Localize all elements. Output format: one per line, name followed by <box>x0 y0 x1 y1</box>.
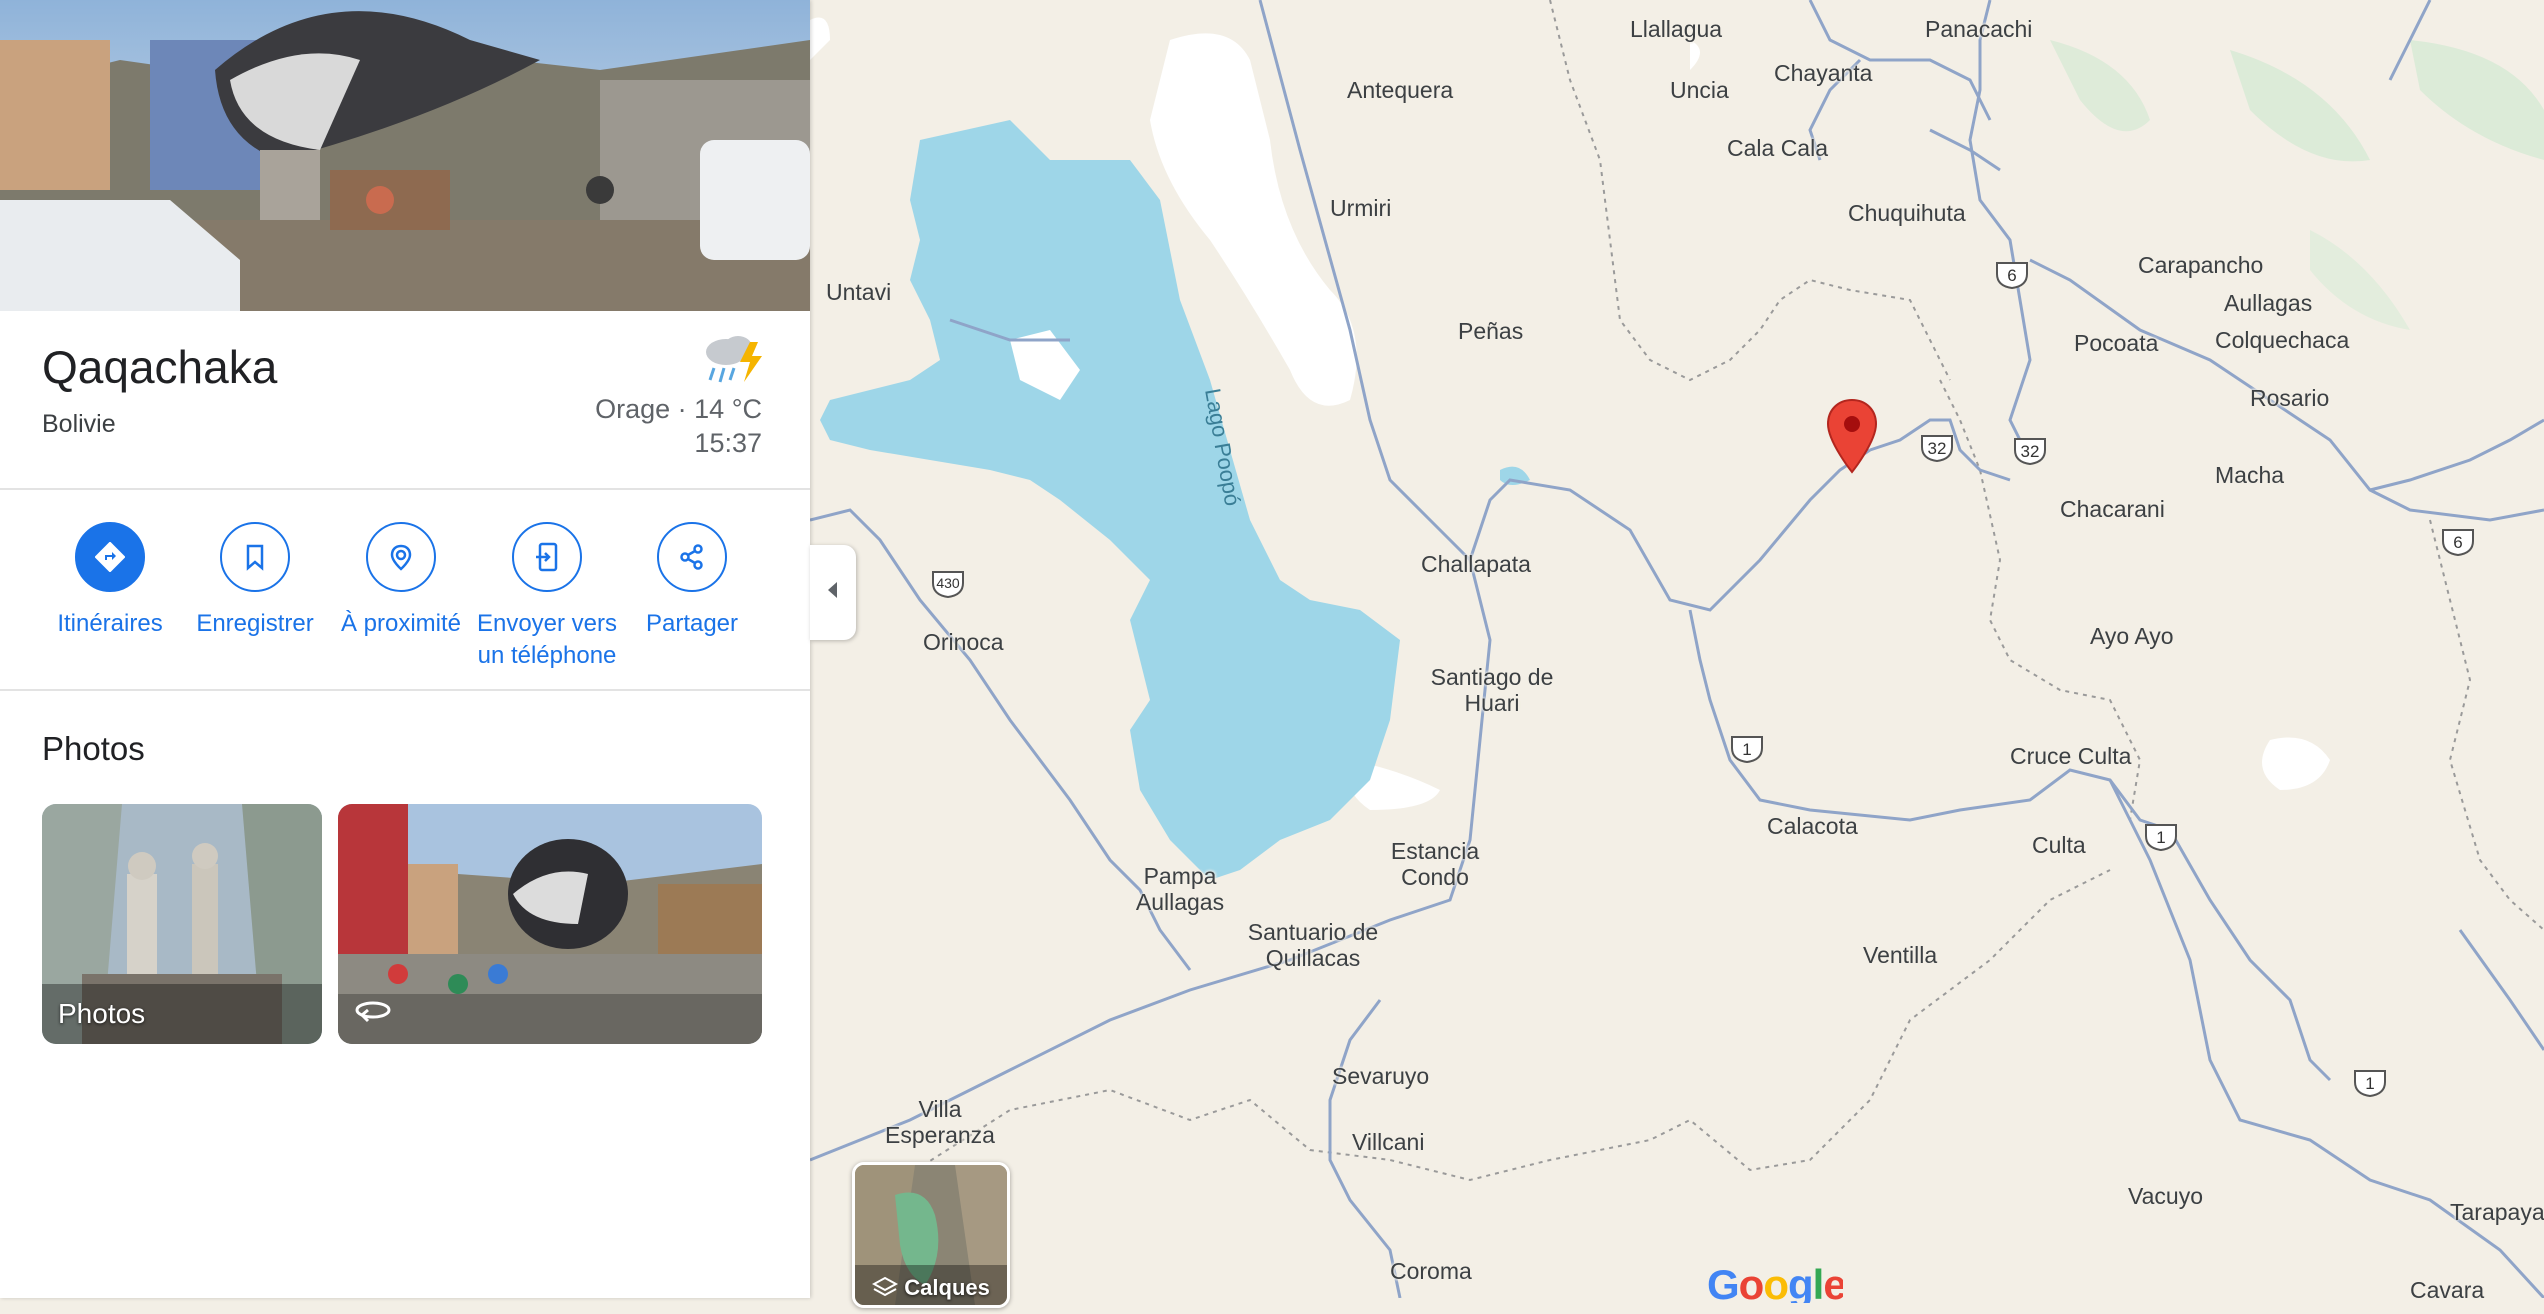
svg-text:Google: Google <box>1707 1263 1843 1303</box>
place-label[interactable]: Calacota <box>1767 813 1858 839</box>
route-shield: 430 <box>930 569 966 599</box>
place-label[interactable]: Rosario <box>2250 385 2329 411</box>
place-label[interactable]: Culta <box>2032 832 2086 858</box>
place-label[interactable]: Orinoca <box>923 629 1004 655</box>
place-label[interactable]: Antequera <box>1347 77 1453 103</box>
place-label[interactable]: Uncia <box>1670 77 1729 103</box>
panorama-thumbnail[interactable] <box>338 804 762 1044</box>
place-label[interactable]: Chayanta <box>1774 60 1872 86</box>
place-label[interactable]: Ventilla <box>1863 942 1937 968</box>
chevron-left-icon <box>826 581 840 604</box>
share-icon <box>657 522 727 592</box>
place-label[interactable]: Macha <box>2215 462 2284 488</box>
place-label[interactable]: Colquechaca <box>2215 327 2349 353</box>
share-label: Partager <box>645 610 739 637</box>
place-label[interactable]: Ayo Ayo <box>2090 623 2174 649</box>
weather-time: 15:37 <box>694 428 762 458</box>
place-label[interactable]: Santiago de Huari <box>1422 664 1562 716</box>
divider <box>0 689 810 691</box>
weather-info: Orage · 14 °C 15:37 <box>595 392 762 460</box>
location-pin-icon[interactable] <box>1826 398 1878 479</box>
layers-label: Calques <box>904 1275 990 1300</box>
place-label[interactable]: Estancia Condo <box>1380 838 1490 890</box>
photos-heading: Photos <box>42 730 145 767</box>
place-label[interactable]: Coroma <box>1390 1258 1472 1284</box>
map-canvas[interactable]: Lago Poopó Llallagua Panacachi Antequera… <box>809 0 2544 1303</box>
photo-thumbnail[interactable]: Photos <box>42 804 322 1044</box>
send-to-phone-button[interactable]: Envoyer vers un téléphone <box>474 522 620 672</box>
share-button[interactable]: Partager <box>619 522 765 640</box>
hero-photo[interactable] <box>0 0 810 311</box>
place-label[interactable]: Chuquihuta <box>1848 200 1966 226</box>
thunderstorm-icon <box>700 330 766 388</box>
place-label[interactable]: Sevaruyo <box>1332 1063 1429 1089</box>
layers-icon <box>872 1275 904 1300</box>
directions-label: Itinéraires <box>57 610 163 637</box>
save-label: Enregistrer <box>196 610 314 637</box>
photos-thumb-label: Photos <box>58 998 146 1029</box>
route-shield: 1 <box>1729 734 1765 764</box>
place-label[interactable]: Panacachi <box>1925 16 2032 42</box>
place-title: Qaqachaka <box>42 341 278 393</box>
place-label[interactable]: Villcani <box>1352 1129 1424 1155</box>
panorama-360-icon <box>354 997 392 1030</box>
route-shield: 32 <box>1919 433 1955 463</box>
place-label[interactable]: Cavara <box>2410 1277 2484 1303</box>
route-shield: 6 <box>1994 260 2030 290</box>
place-label[interactable]: Pocoata <box>2074 330 2158 356</box>
place-label[interactable]: Carapancho <box>2138 252 2263 278</box>
place-label[interactable]: Cala Cala <box>1727 135 1828 161</box>
place-panel: Qaqachaka Bolivie Orage · 14 °C 15:37 It… <box>0 0 810 1298</box>
route-shield: 1 <box>2352 1068 2388 1098</box>
place-label[interactable]: Untavi <box>826 279 891 305</box>
directions-button[interactable]: Itinéraires <box>37 522 183 640</box>
nearby-button[interactable]: À proximité <box>328 522 474 640</box>
directions-icon <box>75 522 145 592</box>
divider <box>0 488 810 490</box>
bookmark-icon <box>220 522 290 592</box>
place-label[interactable]: Cruce Culta <box>2010 743 2131 769</box>
place-label[interactable]: Tarapaya <box>2450 1199 2544 1225</box>
place-label[interactable]: Urmiri <box>1330 195 1391 221</box>
route-shield: 32 <box>2012 436 2048 466</box>
place-label[interactable]: Peñas <box>1458 318 1523 344</box>
send-to-phone-label: Envoyer vers un téléphone <box>476 610 618 669</box>
place-label[interactable]: Challapata <box>1421 551 1531 577</box>
place-label[interactable]: Villa Esperanza <box>880 1096 1000 1148</box>
save-button[interactable]: Enregistrer <box>182 522 328 640</box>
collapse-panel-button[interactable] <box>810 545 856 640</box>
google-logo: Google <box>1707 1261 1847 1314</box>
place-label[interactable]: Chacarani <box>2060 496 2165 522</box>
send-to-phone-icon <box>512 522 582 592</box>
place-label[interactable]: Aullagas <box>2224 290 2312 316</box>
nearby-icon <box>366 522 436 592</box>
place-country: Bolivie <box>42 410 116 438</box>
route-shield: 1 <box>2143 822 2179 852</box>
map-base: Lago Poopó <box>809 0 2544 1300</box>
place-label[interactable]: Santuario de Quillacas <box>1228 919 1398 971</box>
place-label[interactable]: Llallagua <box>1630 16 1722 42</box>
place-label[interactable]: Pampa Aullagas <box>1125 863 1235 915</box>
weather-condition: Orage · 14 °C <box>595 394 762 424</box>
layers-button[interactable]: Calques <box>852 1162 1010 1308</box>
place-label[interactable]: Vacuyo <box>2128 1183 2203 1209</box>
nearby-label: À proximité <box>340 610 462 637</box>
route-shield: 6 <box>2440 527 2476 557</box>
